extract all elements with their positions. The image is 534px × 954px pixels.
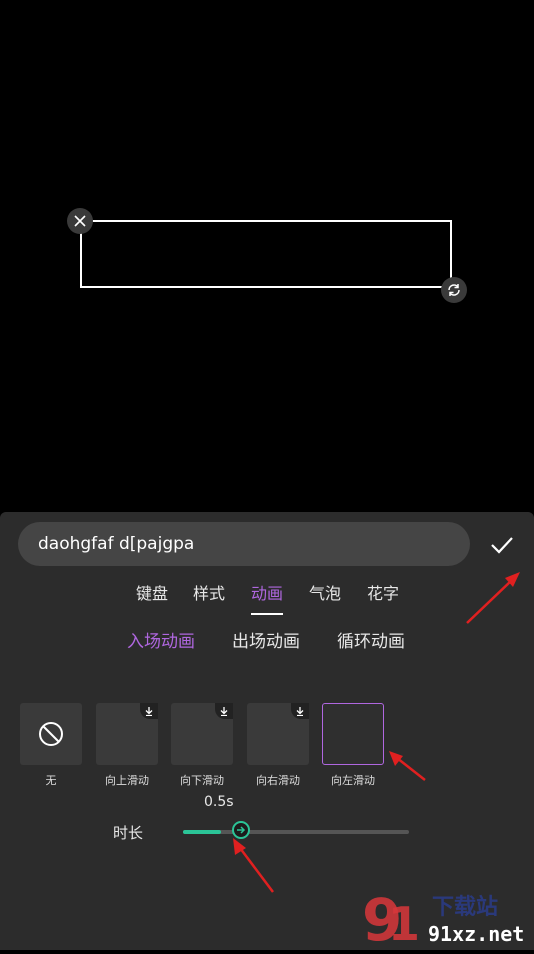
confirm-button[interactable] bbox=[486, 530, 518, 560]
animation-label: 向右滑动 bbox=[256, 774, 300, 787]
animation-label: 向下滑动 bbox=[180, 774, 224, 787]
download-icon bbox=[291, 703, 309, 719]
rotate-scale-handle[interactable] bbox=[441, 277, 467, 303]
rotate-icon bbox=[448, 284, 460, 296]
duration-slider[interactable] bbox=[183, 821, 409, 839]
close-icon bbox=[74, 215, 86, 227]
check-icon bbox=[491, 537, 513, 554]
tab-fancy-text[interactable]: 花字 bbox=[367, 582, 399, 618]
duration-value: 0.5s bbox=[204, 794, 234, 810]
text-input[interactable] bbox=[18, 522, 470, 566]
arrow-right-icon bbox=[237, 826, 246, 834]
animation-item-slide-right[interactable]: 向右滑动 bbox=[247, 703, 311, 788]
animation-thumbnail-selected bbox=[322, 703, 384, 765]
tab-animation[interactable]: 动画 bbox=[251, 582, 284, 618]
subtab-exit[interactable]: 出场动画 bbox=[232, 630, 300, 654]
watermark-text: 91xz.net bbox=[428, 922, 525, 946]
animation-thumbnail bbox=[171, 703, 233, 765]
tab-bubble[interactable]: 气泡 bbox=[309, 582, 341, 618]
animation-thumbnail bbox=[96, 703, 158, 765]
subtab-loop[interactable]: 循环动画 bbox=[337, 630, 405, 654]
panel-tabs: 键盘 样式 动画 气泡 花字 bbox=[0, 582, 534, 622]
download-icon bbox=[140, 703, 158, 719]
tab-keyboard[interactable]: 键盘 bbox=[136, 582, 168, 618]
animation-type-tabs: 入场动画 出场动画 循环动画 bbox=[0, 630, 534, 660]
subtab-entrance[interactable]: 入场动画 bbox=[127, 630, 195, 654]
delete-text-handle[interactable] bbox=[67, 208, 93, 234]
animation-list: 无 向上滑动 向下滑动 向右滑动 向左滑动 bbox=[0, 703, 534, 793]
animation-item-none[interactable]: 无 bbox=[20, 703, 84, 788]
none-icon bbox=[39, 722, 63, 746]
animation-thumbnail bbox=[20, 703, 82, 765]
duration-slider-fill bbox=[183, 830, 221, 834]
site-watermark: 9 1 下载站 91xz.net bbox=[360, 884, 534, 954]
animation-item-slide-down[interactable]: 向下滑动 bbox=[171, 703, 235, 788]
download-icon bbox=[215, 703, 233, 719]
tab-style[interactable]: 样式 bbox=[193, 582, 225, 618]
duration-slider-thumb[interactable] bbox=[232, 821, 250, 839]
duration-control: 0.5s 时长 bbox=[0, 794, 534, 854]
video-preview bbox=[0, 0, 534, 512]
animation-label: 向上滑动 bbox=[105, 774, 149, 787]
svg-text:下载站: 下载站 bbox=[432, 894, 498, 920]
duration-label: 时长 bbox=[113, 824, 144, 842]
animation-label: 向左滑动 bbox=[331, 774, 375, 787]
animation-thumbnail bbox=[247, 703, 309, 765]
animation-item-slide-up[interactable]: 向上滑动 bbox=[96, 703, 160, 788]
animation-label: 无 bbox=[45, 774, 57, 787]
animation-item-slide-left[interactable]: 向左滑动 bbox=[322, 703, 386, 788]
text-bounding-box[interactable] bbox=[80, 220, 452, 288]
svg-text:1: 1 bbox=[388, 897, 420, 950]
